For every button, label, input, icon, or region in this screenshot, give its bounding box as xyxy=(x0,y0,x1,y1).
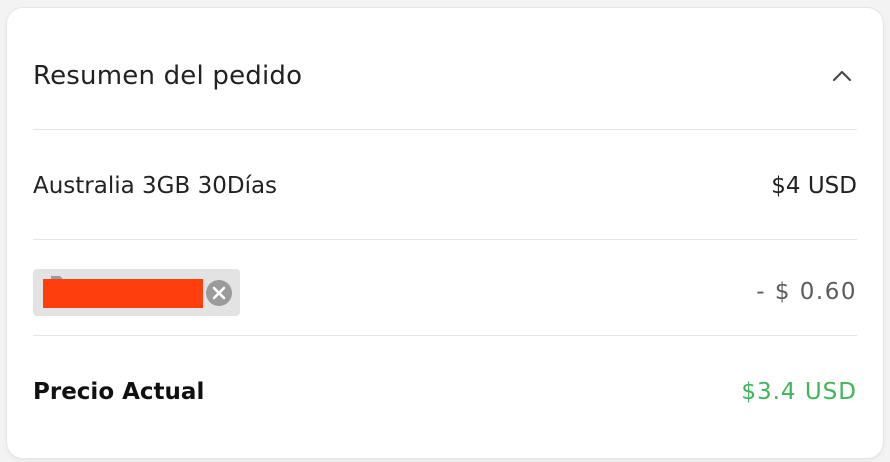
total-label: Precio Actual xyxy=(33,379,205,405)
order-summary-header[interactable]: Resumen del pedido xyxy=(33,44,857,108)
chevron-up-icon[interactable] xyxy=(827,61,857,91)
item-price: $4 USD xyxy=(771,173,857,199)
divider xyxy=(33,335,857,336)
order-summary-card: Resumen del pedido Australia 3GB 30Días … xyxy=(7,8,883,458)
total-row: Precio Actual $3.4 USD xyxy=(33,360,857,424)
item-name: Australia 3GB 30Días xyxy=(33,173,278,199)
close-circle-icon[interactable] xyxy=(205,279,233,307)
divider xyxy=(33,129,857,130)
discount-amount: - $ 0.60 xyxy=(756,279,857,305)
divider xyxy=(33,239,857,240)
order-summary-title: Resumen del pedido xyxy=(33,61,303,91)
total-value: $3.4 USD xyxy=(741,379,857,405)
coupon-chip xyxy=(33,268,240,316)
line-item: Australia 3GB 30Días $4 USD xyxy=(33,156,857,216)
coupon-code-redacted xyxy=(43,278,203,308)
coupon-row: - $ 0.60 xyxy=(33,260,857,324)
